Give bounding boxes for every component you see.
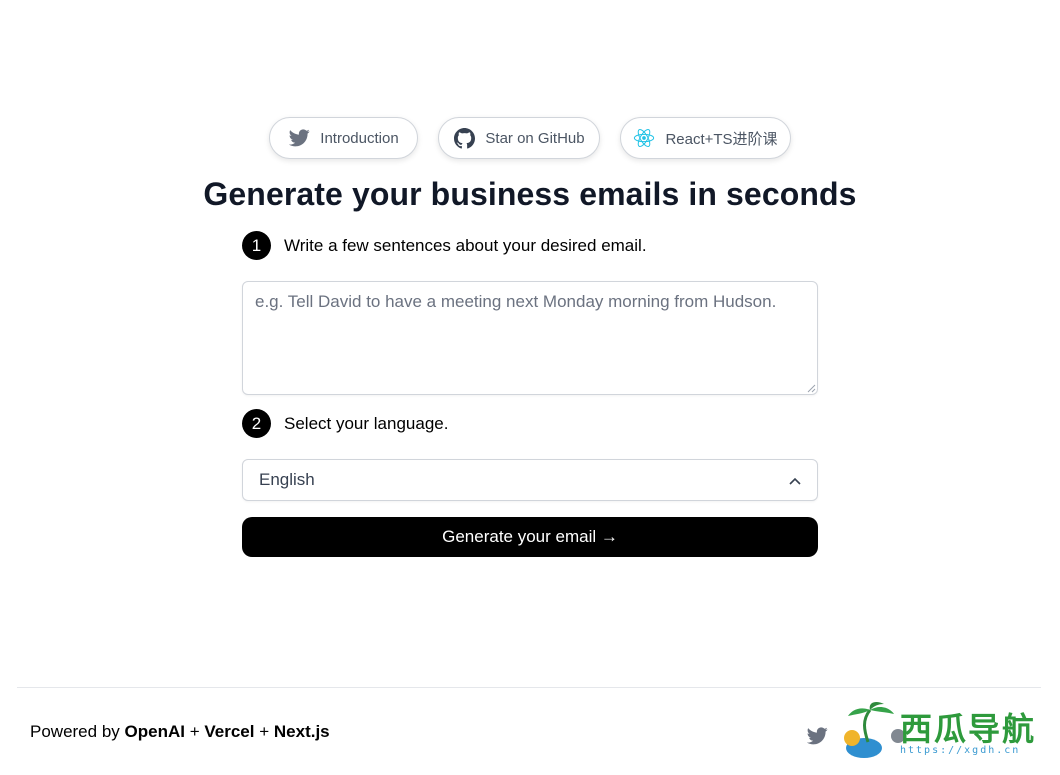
react-icon [633, 127, 655, 149]
step-1-label: Write a few sentences about your desired… [284, 235, 647, 255]
github-label: Star on GitHub [485, 129, 585, 147]
powered-by-label: Powered by [30, 722, 120, 741]
language-select[interactable]: English [242, 459, 818, 501]
page: Introduction Star on GitHub React+TS进阶课 … [0, 0, 1060, 775]
email-description-textarea[interactable] [242, 281, 818, 395]
footer-powered-by: Powered by OpenAI + Vercel + Next.js [30, 722, 330, 742]
page-title: Generate your business emails in seconds [203, 176, 857, 212]
step-1-number: 1 [242, 231, 271, 260]
github-icon [453, 127, 475, 149]
introduction-label: Introduction [320, 129, 399, 147]
generate-email-button[interactable]: Generate your email → [242, 517, 818, 557]
footer-twitter-icon[interactable] [806, 727, 828, 750]
resize-grip-icon[interactable] [807, 384, 816, 393]
step-2-number: 2 [242, 409, 271, 438]
language-selected-value: English [259, 470, 315, 489]
twitter-icon [288, 127, 310, 149]
plus-separator: + [189, 722, 200, 741]
watermark-text: 西瓜导航 [900, 710, 1037, 748]
star-on-github-link[interactable]: Star on GitHub [438, 117, 600, 159]
openai-link[interactable]: OpenAI [125, 722, 185, 741]
introduction-link[interactable]: Introduction [269, 117, 418, 159]
watermark-url: https://xgdh.cn [900, 745, 1021, 756]
step-1: 1 Write a few sentences about your desir… [242, 231, 647, 260]
step-2-label: Select your language. [284, 413, 449, 433]
react-label: React+TS进阶课 [665, 130, 778, 148]
step-2: 2 Select your language. [242, 409, 448, 438]
nextjs-link[interactable]: Next.js [274, 722, 330, 741]
vercel-link[interactable]: Vercel [204, 722, 254, 741]
footer-divider [17, 687, 1041, 688]
plus-separator: + [259, 722, 270, 741]
react-ts-course-link[interactable]: React+TS进阶课 [620, 117, 791, 159]
chevron-up-icon [789, 470, 801, 490]
footer-social-icons [806, 727, 828, 750]
